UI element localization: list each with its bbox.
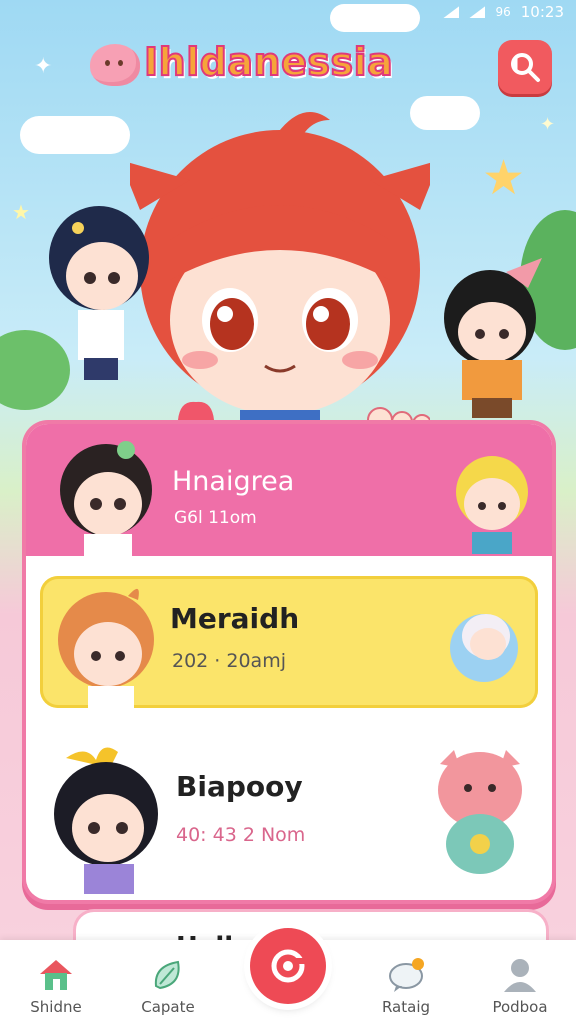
- nav-item-profile[interactable]: Podboa: [470, 940, 570, 1024]
- wifi-icon: [469, 6, 486, 18]
- contact-name: Meraidh: [170, 602, 300, 635]
- avatar: [60, 441, 152, 556]
- avatar: [456, 456, 528, 554]
- contact-time: G6l 11om: [174, 508, 257, 528]
- app-header: Ihldanessia: [90, 36, 556, 96]
- chat-icon: [389, 958, 424, 992]
- left-character-illustration: [49, 206, 149, 380]
- list-item[interactable]: Biapooy 40: 43 2 Nom: [26, 724, 552, 894]
- nav-label: Rataig: [381, 998, 431, 1016]
- avatar: [58, 588, 154, 708]
- profile-icon: [504, 959, 536, 992]
- signal-icon: [443, 6, 460, 18]
- list-item[interactable]: Hnaigrea G6l 11om: [26, 424, 552, 556]
- clock: 10:23: [520, 3, 564, 21]
- battery-level: 96: [495, 5, 511, 19]
- contact-name: Biapooy: [176, 770, 303, 803]
- leaf-icon: [154, 960, 180, 990]
- avatar: [438, 750, 522, 874]
- camera-button[interactable]: [250, 928, 326, 1004]
- camera-icon: [271, 949, 306, 983]
- search-icon: [511, 53, 540, 82]
- right-character-illustration: [444, 258, 542, 418]
- contact-name: Hnaigrea: [172, 466, 295, 497]
- nav-item-chat[interactable]: Rataig: [356, 940, 456, 1024]
- hero-character-illustration: [130, 112, 430, 430]
- chat-list: Hnaigrea G6l 11om Meraidh 202 · 20amj Bi…: [26, 424, 552, 900]
- nav-label: Shidne: [30, 998, 82, 1016]
- list-item[interactable]: Meraidh 202 · 20amj: [40, 576, 538, 708]
- status-bar: 96 10:23: [376, 0, 576, 24]
- avatar: [54, 747, 158, 894]
- nav-item-home[interactable]: Shidne: [6, 940, 106, 1024]
- nav-item-create[interactable]: Capate: [118, 940, 218, 1024]
- pet-logo-icon: [90, 44, 140, 86]
- nav-label: Capate: [141, 998, 195, 1016]
- contact-time: 40: 43 2 Nom: [176, 824, 306, 846]
- avatar: [450, 614, 518, 682]
- nav-label: Podboa: [492, 998, 548, 1016]
- app-title: Ihldanessia: [143, 39, 394, 85]
- home-icon: [40, 960, 72, 990]
- contact-time: 202 · 20amj: [172, 650, 286, 672]
- search-button[interactable]: [498, 40, 552, 94]
